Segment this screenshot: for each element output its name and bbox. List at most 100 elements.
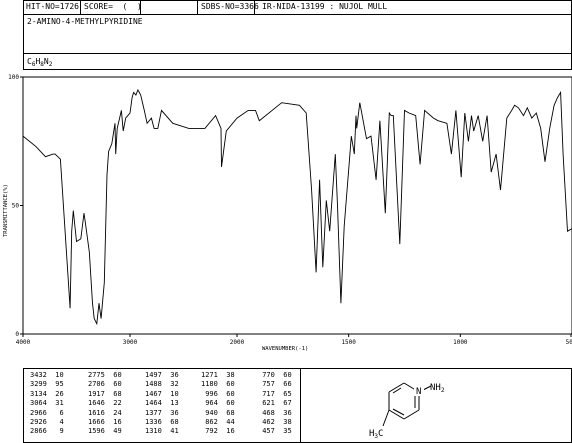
peak-entry: 1336 68 (145, 418, 179, 427)
peak-entry: 2966 6 (30, 408, 64, 418)
x-axis-label: WAVENUMBER(-1) (262, 346, 308, 352)
peak-transmittance: 66 (274, 380, 292, 389)
peak-entry: 964 60 (201, 399, 235, 408)
y-tick-label: 0 (15, 331, 19, 338)
peak-entry: 862 44 (201, 418, 235, 427)
peak-entry: 3432 10 (30, 371, 64, 380)
y-axis-label: TRANSMITTANCE(%) (3, 184, 9, 237)
x-tick-label: 4000 (16, 339, 31, 346)
peak-transmittance: 10 (46, 371, 64, 379)
peak-wavenumber: 3432 (30, 371, 47, 379)
peak-transmittance: 9 (46, 427, 64, 436)
peak-entry: 1646 22 (88, 399, 122, 408)
peak-transmittance: 44 (217, 418, 235, 426)
peak-entry: 2775 60 (88, 371, 122, 380)
peak-transmittance: 95 (46, 380, 64, 389)
peak-transmittance: 41 (161, 427, 179, 436)
peak-transmittance: 26 (46, 389, 64, 398)
molecule-structure: N NH2 H3C (369, 382, 445, 440)
peak-transmittance: 60 (217, 399, 235, 408)
peak-transmittance: 68 (161, 418, 179, 426)
peak-entry: 2706 60 (88, 381, 122, 389)
peak-wavenumber: 3299 (30, 380, 47, 389)
peak-wavenumber: 1310 (145, 427, 162, 436)
peak-transmittance: 67 (274, 399, 292, 408)
peak-wavenumber: 457 (258, 427, 275, 436)
peak-wavenumber: 3064 (30, 399, 47, 408)
peak-entry: 1377 36 (145, 408, 179, 418)
peak-entry: 1467 10 (145, 389, 179, 399)
peak-transmittance: 68 (104, 389, 122, 398)
peak-wavenumber: 1616 (88, 408, 105, 417)
peak-wavenumber: 2706 (88, 380, 105, 389)
peak-wavenumber: 964 (201, 399, 218, 408)
peak-transmittance: 65 (274, 389, 292, 398)
peak-wavenumber: 862 (201, 418, 218, 426)
peak-transmittance: 22 (104, 399, 122, 408)
peak-entry: 1271 38 (201, 371, 235, 380)
peak-transmittance: 31 (46, 399, 64, 408)
peak-entry: 468 36 (258, 408, 292, 418)
peak-transmittance: 38 (217, 371, 235, 379)
peak-transmittance: 36 (161, 371, 179, 379)
peak-transmittance: 4 (46, 418, 64, 426)
peak-transmittance: 13 (161, 399, 179, 408)
peak-entry: 3134 26 (30, 389, 64, 399)
peak-wavenumber: 717 (258, 389, 275, 398)
peak-wavenumber: 2926 (30, 418, 47, 426)
peak-wavenumber: 1488 (145, 380, 162, 389)
peak-wavenumber: 3134 (30, 389, 47, 398)
peak-transmittance: 6 (46, 408, 64, 417)
plot-frame (22, 76, 572, 335)
peak-wavenumber: 1646 (88, 399, 105, 408)
peak-transmittance: 24 (104, 408, 122, 417)
peak-wavenumber: 1497 (145, 371, 162, 379)
peak-entry: 1666 16 (88, 418, 122, 427)
peak-wavenumber: 757 (258, 380, 275, 389)
peak-entry: 3299 95 (30, 381, 64, 389)
peak-wavenumber: 1271 (201, 371, 218, 379)
peak-wavenumber: 1666 (88, 418, 105, 426)
peak-wavenumber: 1336 (145, 418, 162, 426)
peak-entry: 792 16 (201, 428, 235, 436)
y-tick-label: 100 (8, 74, 19, 81)
peak-entry: 757 66 (258, 381, 292, 389)
peak-transmittance: 10 (161, 389, 179, 398)
peak-entry: 940 68 (201, 408, 235, 418)
peak-wavenumber: 770 (258, 371, 275, 379)
peak-entry: 2866 9 (30, 428, 64, 436)
peak-entry: 1464 13 (145, 399, 179, 408)
peak-entry: 1497 36 (145, 371, 179, 380)
peak-wavenumber: 1377 (145, 408, 162, 417)
peak-wavenumber: 468 (258, 408, 275, 417)
peak-entry: 462 38 (258, 418, 292, 427)
peak-wavenumber: 621 (258, 399, 275, 408)
peak-transmittance: 60 (104, 380, 122, 389)
amine-group: NH2 (430, 383, 445, 394)
x-tick-label: 500 (566, 339, 572, 346)
peak-entry: 621 67 (258, 399, 292, 408)
peak-transmittance: 36 (274, 408, 292, 417)
peak-entry: 1488 32 (145, 381, 179, 389)
peak-wavenumber: 2775 (88, 371, 105, 379)
peak-entry: 1917 68 (88, 389, 122, 399)
peak-transmittance: 60 (104, 371, 122, 379)
peak-wavenumber: 1596 (88, 427, 105, 436)
peak-transmittance: 60 (217, 389, 235, 398)
peak-transmittance: 32 (161, 380, 179, 389)
x-tick-label: 1500 (341, 339, 356, 346)
peak-transmittance: 16 (104, 418, 122, 426)
peak-wavenumber: 1917 (88, 389, 105, 398)
peak-entry: 2926 4 (30, 418, 64, 427)
peak-entry: 1310 41 (145, 428, 179, 436)
peak-wavenumber: 792 (201, 427, 218, 436)
peak-wavenumber: 1467 (145, 389, 162, 398)
ir-spectrum-chart: 40003000200015001000500100500 TRANSMITTA… (3, 74, 572, 352)
peak-entry: 996 60 (201, 389, 235, 399)
peak-transmittance: 60 (274, 371, 292, 379)
peak-wavenumber: 1464 (145, 399, 162, 408)
x-tick-label: 3000 (123, 339, 138, 346)
peak-transmittance: 68 (217, 408, 235, 417)
y-tick-label: 50 (12, 203, 20, 210)
x-tick-label: 2000 (230, 339, 245, 346)
